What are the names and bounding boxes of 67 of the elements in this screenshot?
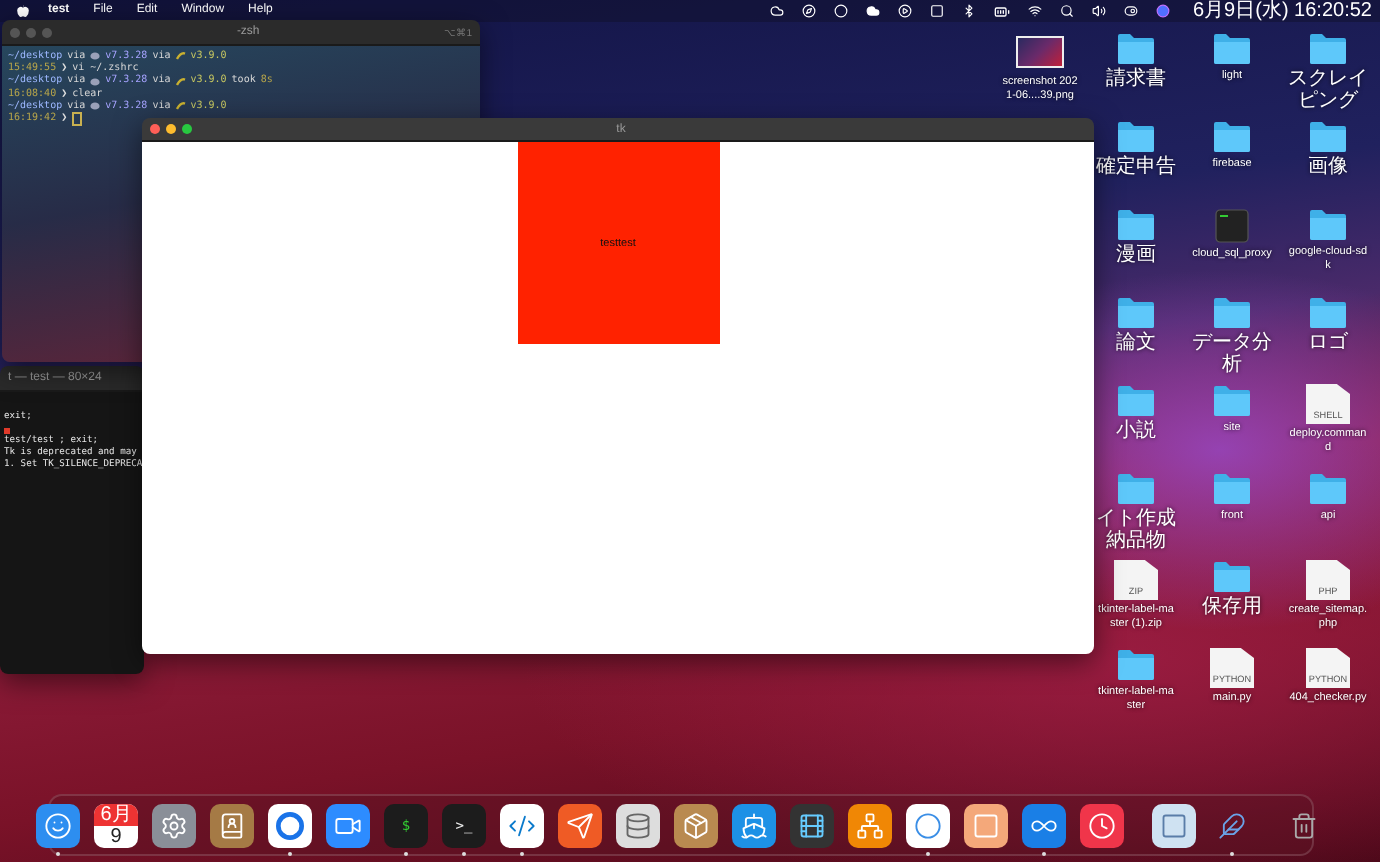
file-name: スクレイピング — [1288, 70, 1368, 112]
ship-icon[interactable] — [732, 803, 776, 847]
control-center-icon — [1123, 4, 1137, 18]
circle-logo-icon[interactable] — [268, 803, 312, 847]
infinity-icon[interactable] — [1022, 803, 1066, 847]
film-icon[interactable] — [790, 803, 834, 847]
square-icon — [929, 4, 943, 18]
file-name: データ分析 — [1192, 334, 1272, 376]
paper-plane-icon[interactable] — [558, 803, 602, 847]
file-name: 保存用 — [1202, 598, 1262, 619]
file-name: 小説 — [1116, 422, 1156, 443]
play-icon — [897, 4, 911, 18]
file-name: 論文 — [1116, 334, 1156, 355]
file-name: 請求書 — [1106, 70, 1166, 91]
folder-icon — [1116, 208, 1156, 242]
file-name: 漫画 — [1116, 246, 1156, 267]
address-book-icon[interactable] — [210, 803, 254, 847]
folder-icon — [1212, 384, 1252, 418]
terminal-app-icon — [1214, 208, 1250, 244]
folder-icon — [1116, 384, 1156, 418]
video-camera-icon[interactable] — [326, 803, 370, 847]
cloud-icon — [865, 4, 879, 18]
folder-icon — [1212, 120, 1252, 154]
folder-icon — [1308, 296, 1348, 330]
folder-icon — [1116, 648, 1156, 682]
zoom-button[interactable] — [182, 124, 192, 134]
network-diagram-icon[interactable] — [848, 803, 892, 847]
cloud-icon — [769, 4, 783, 18]
folder-icon — [1116, 120, 1156, 154]
bluetooth-icon — [961, 4, 975, 18]
file-name: 確定申告 — [1096, 158, 1176, 179]
package-icon[interactable] — [674, 803, 718, 847]
clock-icon[interactable] — [1080, 803, 1124, 847]
smiling-face-icon[interactable] — [36, 803, 80, 847]
folder-icon — [1212, 472, 1252, 506]
gear-icon[interactable] — [152, 803, 196, 847]
file-name: ロゴ — [1308, 334, 1348, 355]
folder-icon — [1308, 120, 1348, 154]
calendar-icon[interactable]: 6月 9 — [94, 803, 138, 847]
database-icon[interactable] — [616, 803, 660, 847]
close-button[interactable] — [150, 124, 160, 134]
volume-icon — [1091, 4, 1105, 18]
file-name: イト作成納品物 — [1096, 510, 1176, 552]
circle-icon — [833, 4, 847, 18]
folder-icon — [1212, 32, 1252, 66]
wifi-icon — [1027, 4, 1041, 18]
siri-icon — [1155, 4, 1169, 18]
folder-icon — [1116, 296, 1156, 330]
search-icon — [1059, 4, 1073, 18]
file-name: 画像 — [1308, 158, 1348, 179]
folder-icon — [1212, 560, 1252, 594]
folder-icon — [1308, 472, 1348, 506]
minimize-button[interactable] — [166, 124, 176, 134]
folder-icon — [1116, 472, 1156, 506]
folder-icon — [1212, 296, 1252, 330]
folder-icon — [1308, 208, 1348, 242]
error-marker — [4, 427, 10, 433]
code-icon[interactable] — [500, 803, 544, 847]
menu-bar-clock: 6月9日(水) 16:20:52 — [1193, 0, 1372, 22]
photo-thumbnail-icon[interactable] — [1152, 803, 1196, 847]
compass-icon — [801, 4, 815, 18]
screenshot-thumbnail — [1016, 36, 1064, 68]
folder-icon — [1308, 32, 1348, 66]
battery-icon — [993, 3, 1009, 19]
ring-icon[interactable] — [906, 803, 950, 847]
folder-icon — [1116, 32, 1156, 66]
apple-icon — [16, 4, 30, 18]
